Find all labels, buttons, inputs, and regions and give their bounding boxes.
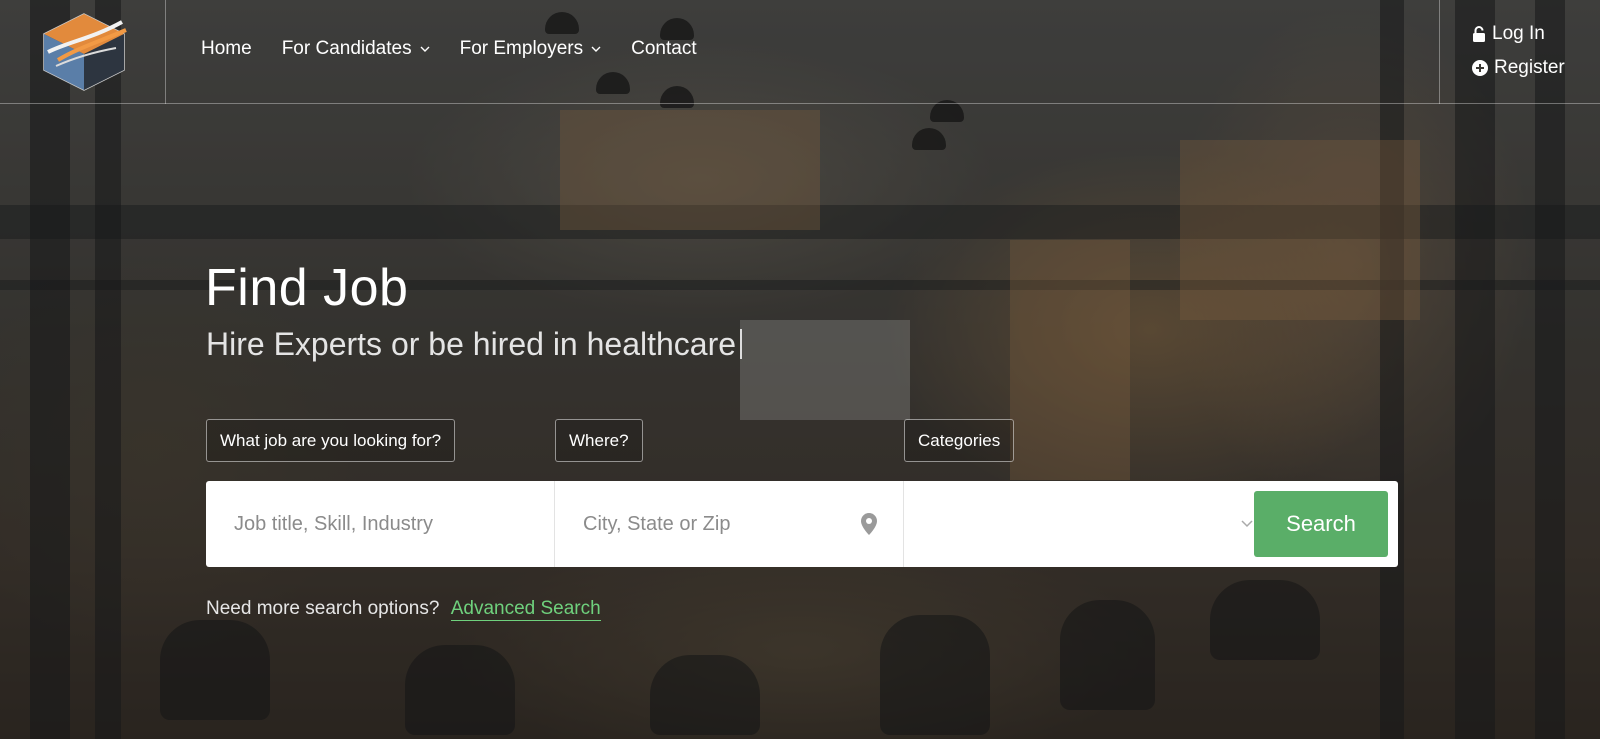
advanced-search-text: Need more search options? [206, 598, 440, 619]
chevron-down-icon [1241, 520, 1253, 528]
job-search-form: Search [206, 481, 1398, 567]
search-button[interactable]: Search [1254, 491, 1388, 557]
login-label: Log In [1492, 23, 1545, 44]
job-keyword-field [206, 481, 555, 567]
hero-subtitle-text: Hire Experts or be hired in healthcare [206, 326, 737, 362]
typing-caret [740, 329, 743, 359]
map-pin-icon [861, 513, 877, 535]
main-nav: Home For Candidates For Employers Contac… [201, 38, 727, 60]
logo-container [0, 0, 166, 104]
nav-item-for-candidates[interactable]: For Candidates [282, 38, 430, 60]
location-input[interactable] [555, 481, 903, 567]
nav-item-for-employers[interactable]: For Employers [460, 38, 602, 60]
nav-item-label: For Employers [459, 38, 584, 59]
login-link[interactable]: Log In [1472, 23, 1545, 45]
nav-item-contact[interactable]: Contact [631, 38, 696, 60]
register-link[interactable]: Register [1472, 57, 1565, 79]
job-field-label: What job are you looking for? [206, 419, 456, 462]
advanced-search-hint: Need more search options? Advanced Searc… [206, 598, 601, 621]
auth-links: Log In Register [1439, 0, 1600, 104]
nav-item-label: Contact [631, 38, 697, 59]
chevron-down-icon [420, 46, 430, 52]
chevron-down-icon [591, 46, 601, 52]
nav-item-home[interactable]: Home [201, 38, 252, 60]
categories-field-label: Categories [904, 419, 1015, 462]
hero-title: Find Job [205, 259, 409, 317]
advanced-search-link[interactable]: Advanced Search [450, 598, 601, 621]
register-label: Register [1494, 57, 1565, 78]
lock-icon [1473, 26, 1485, 42]
background-overlay [0, 0, 1600, 739]
category-select[interactable] [904, 481, 1254, 567]
logo-icon[interactable] [38, 12, 130, 92]
nav-item-label: For Candidates [281, 38, 412, 59]
hero-subtitle: Hire Experts or be hired in healthcare [206, 326, 743, 363]
plus-circle-icon [1472, 60, 1488, 76]
site-header: Home For Candidates For Employers Contac… [0, 0, 1600, 104]
job-keyword-input[interactable] [206, 481, 554, 567]
where-field-label: Where? [555, 419, 643, 462]
location-field [555, 481, 904, 567]
nav-item-label: Home [201, 38, 252, 59]
